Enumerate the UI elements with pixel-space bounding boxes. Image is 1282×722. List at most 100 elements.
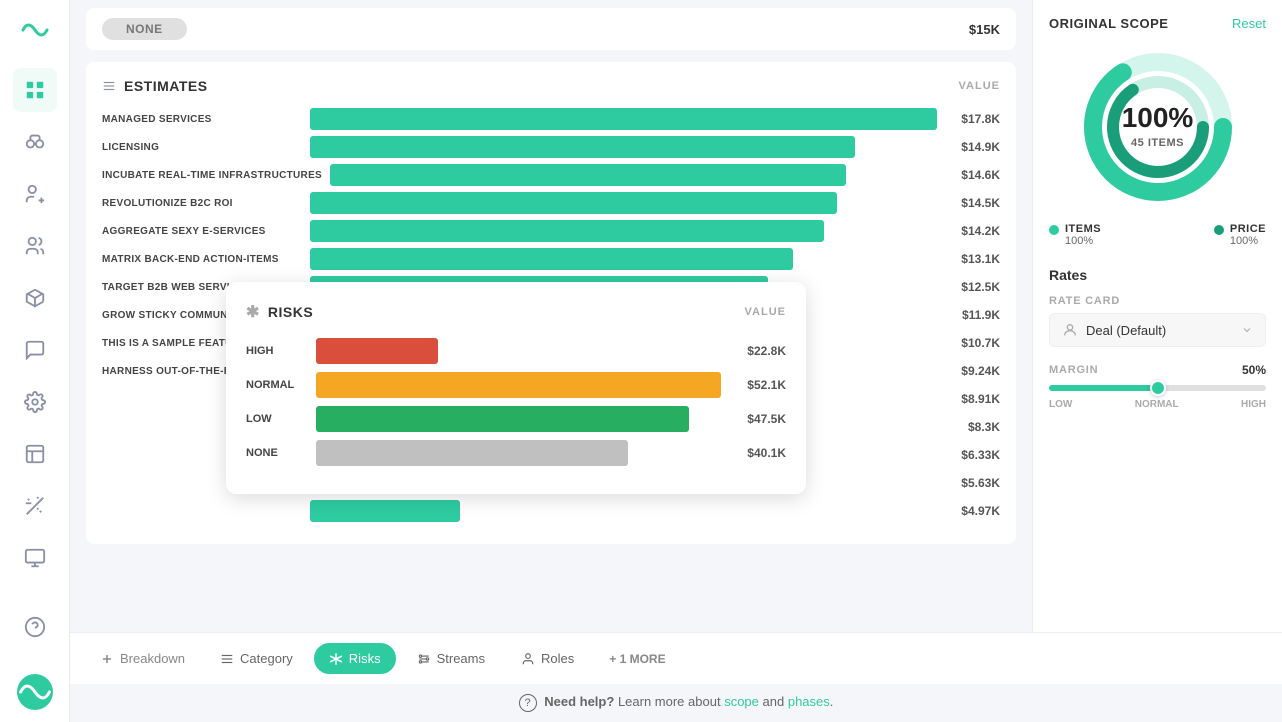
bar-value: $9.24K (945, 364, 1000, 378)
bar-value: $5.63K (945, 476, 1000, 490)
risk-bar-fill-none (316, 440, 628, 466)
margin-slider[interactable] (1049, 385, 1266, 391)
tab-risks[interactable]: Risks (314, 643, 396, 674)
legend-item-items: ITEMS 100% (1049, 223, 1101, 247)
right-panel-header: ORIGINAL SCOPE Reset (1049, 16, 1266, 31)
tab-category[interactable]: Category (205, 643, 308, 674)
slider-thumb[interactable] (1150, 380, 1166, 396)
donut-items: 45 ITEMS (1131, 137, 1184, 149)
footer-help: ? Need help? Learn more about scope and … (70, 684, 1282, 722)
top-price: $15K (969, 22, 1000, 37)
donut-legend: ITEMS 100% PRICE 100% (1049, 223, 1266, 247)
risk-bar-fill-normal (316, 372, 721, 398)
tab-add-breakdown[interactable]: Breakdown (86, 644, 199, 673)
estimates-value-label: VALUE (959, 80, 1000, 92)
phases-link[interactable]: phases (788, 694, 830, 709)
main-content: NONE $15K ESTIMATES VALUE MANAGED SERVIC… (70, 0, 1282, 722)
bar-value: $12.5K (945, 280, 1000, 294)
sidebar-item-binoculars[interactable] (13, 120, 57, 164)
bar-label: REVOLUTIONIZE B2C ROI (102, 198, 302, 209)
margin-label: MARGIN (1049, 364, 1098, 376)
donut-center: 100% 45 ITEMS (1122, 103, 1194, 152)
bar-fill (310, 108, 937, 130)
bar-value: $6.33K (945, 448, 1000, 462)
legend-dot-items (1049, 225, 1059, 235)
risk-bar-row: LOW $47.5K (246, 406, 786, 432)
legend-item-price: PRICE 100% (1214, 223, 1266, 247)
sidebar-item-wand[interactable] (13, 484, 57, 528)
bar-container (310, 248, 937, 270)
sidebar-item-settings[interactable] (13, 380, 57, 424)
sidebar-item-display[interactable] (13, 536, 57, 580)
bar-fill (310, 220, 824, 242)
slider-labels: LOW NORMAL HIGH (1049, 399, 1266, 410)
bar-value: $4.97K (945, 504, 1000, 518)
sidebar (0, 0, 70, 722)
bar-value: $14.2K (945, 224, 1000, 238)
sidebar-item-help[interactable] (13, 605, 57, 649)
right-panel: ORIGINAL SCOPE Reset 100% 45 ITEMS (1032, 0, 1282, 632)
risk-bar-label: LOW (246, 413, 306, 425)
chevron-down-icon (1241, 324, 1253, 336)
risk-bar-fill-high (316, 338, 438, 364)
estimates-title: ESTIMATES (102, 78, 208, 94)
sidebar-item-apps[interactable] (13, 68, 57, 112)
legend-text-items: ITEMS 100% (1065, 223, 1101, 247)
risk-bar-value: $47.5K (731, 412, 786, 426)
risk-bar-label: NONE (246, 447, 306, 459)
rates-title: Rates (1049, 267, 1266, 283)
center-panel: NONE $15K ESTIMATES VALUE MANAGED SERVIC… (70, 0, 1032, 632)
streams-icon (417, 652, 431, 666)
bar-fill (330, 164, 846, 186)
risks-value-label: VALUE (745, 306, 786, 318)
estimate-bar-row: REVOLUTIONIZE B2C ROI $14.5K (102, 192, 1000, 214)
sidebar-item-user-money[interactable] (13, 172, 57, 216)
bar-label: MANAGED SERVICES (102, 114, 302, 125)
estimate-bar-row: MANAGED SERVICES$17.8K (102, 108, 1000, 130)
bar-label: AGGREGATE SEXY E-SERVICES (102, 226, 302, 237)
donut-percent: 100% (1122, 103, 1194, 134)
risk-bar-value: $22.8K (731, 344, 786, 358)
bar-fill (310, 500, 460, 522)
legend-text-price: PRICE 100% (1230, 223, 1266, 247)
bar-value: $14.6K (945, 168, 1000, 182)
estimate-bar-row: AGGREGATE SEXY E-SERVICES $14.2K (102, 220, 1000, 242)
sidebar-logo[interactable] (17, 12, 53, 48)
bar-fill (310, 192, 837, 214)
slider-track (1049, 385, 1266, 391)
need-help-text: Need help? (544, 694, 614, 709)
bar-container (310, 136, 937, 158)
estimate-bar-row: INCUBATE REAL-TIME INFRASTRUCTURES$14.6K (102, 164, 1000, 186)
asterisk-icon (329, 652, 343, 666)
sidebar-item-users[interactable] (13, 224, 57, 268)
help-circle-icon: ? (519, 694, 537, 712)
risk-bar-fill-low (316, 406, 689, 432)
tab-roles[interactable]: Roles (506, 643, 589, 674)
risk-bar-container (316, 406, 721, 432)
scope-link[interactable]: scope (724, 694, 759, 709)
risk-bar-label: HIGH (246, 345, 306, 357)
person-icon (521, 652, 535, 666)
estimate-bar-row: MATRIX BACK-END ACTION-ITEMS$13.1K (102, 248, 1000, 270)
rate-card-inner: Deal (Default) (1062, 322, 1166, 338)
sidebar-item-building[interactable] (13, 432, 57, 476)
none-badge: NONE (102, 18, 187, 40)
bar-value: $14.5K (945, 196, 1000, 210)
tab-streams[interactable]: Streams (402, 643, 500, 674)
bar-fill (310, 136, 855, 158)
estimates-header: ESTIMATES VALUE (102, 78, 1000, 94)
risk-bar-container (316, 338, 721, 364)
risk-bar-row: NONE$40.1K (246, 440, 786, 466)
slider-fill (1049, 385, 1158, 391)
and-text: and (763, 694, 785, 709)
user-avatar[interactable] (17, 674, 53, 710)
bar-value: $8.3K (945, 420, 1000, 434)
sidebar-item-cube[interactable] (13, 276, 57, 320)
right-panel-title: ORIGINAL SCOPE (1049, 16, 1168, 31)
sidebar-item-chat[interactable] (13, 328, 57, 372)
bar-container (310, 108, 937, 130)
reset-link[interactable]: Reset (1232, 16, 1266, 31)
rate-card-select[interactable]: Deal (Default) (1049, 313, 1266, 347)
risk-bar-label: NORMAL (246, 379, 306, 391)
tab-more[interactable]: + 1 MORE (595, 645, 679, 673)
